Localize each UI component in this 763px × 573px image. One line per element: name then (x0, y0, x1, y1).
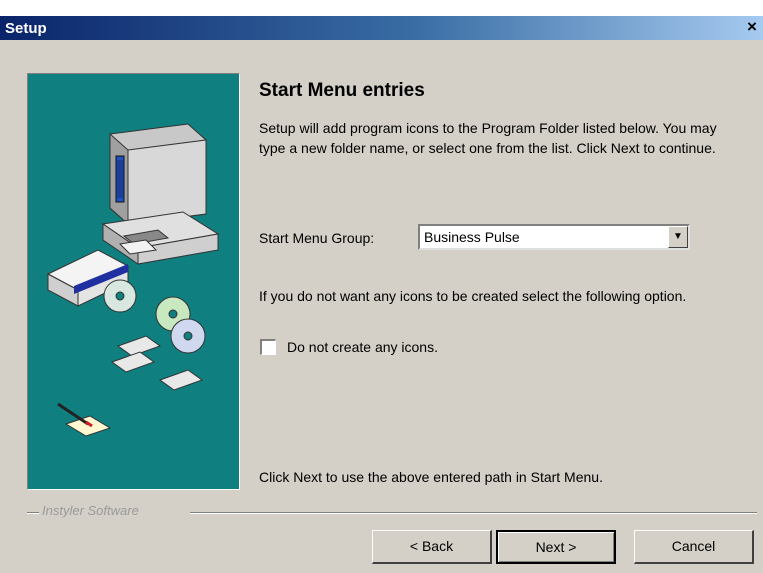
page-description: Setup will add program icons to the Prog… (259, 120, 717, 156)
brand-divider-right (190, 512, 757, 514)
footer-hint: Click Next to use the above entered path… (259, 469, 603, 485)
start-menu-group-label: Start Menu Group: (259, 230, 375, 246)
chevron-down-icon[interactable]: ▼ (668, 226, 688, 248)
brand-label: Instyler Software (42, 503, 139, 518)
title-bar-fill (0, 16, 763, 40)
title-bar: Setup × (0, 0, 763, 40)
close-icon[interactable]: × (743, 18, 761, 36)
next-button[interactable]: Next > (496, 530, 616, 564)
start-menu-group-value: Business Pulse (424, 229, 520, 245)
back-button[interactable]: < Back (372, 530, 492, 564)
start-menu-group-select[interactable]: Business Pulse ▼ (418, 224, 690, 250)
cancel-button[interactable]: Cancel (634, 530, 754, 564)
brand-divider-left (27, 512, 39, 514)
window-title: Setup (5, 20, 47, 37)
computer-setup-illustration (46, 123, 220, 437)
setup-illustration-panel (27, 73, 240, 490)
page-title: Start Menu entries (259, 80, 425, 101)
no-icons-checkbox[interactable] (260, 339, 276, 355)
no-icons-checkbox-label[interactable]: Do not create any icons. (287, 339, 438, 355)
option-description: If you do not want any icons to be creat… (259, 288, 687, 304)
